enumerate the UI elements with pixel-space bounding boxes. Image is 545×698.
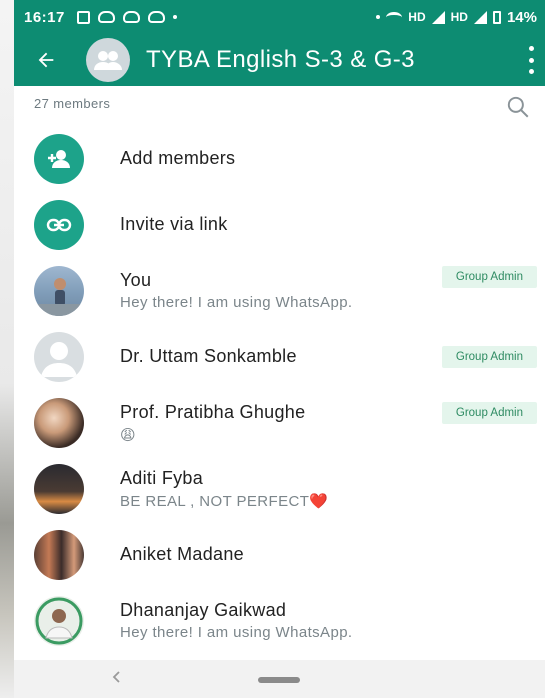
avatar — [34, 530, 84, 580]
group-title[interactable]: TYBA English S-3 & G-3 — [146, 46, 415, 74]
more-vert-icon[interactable] — [525, 46, 537, 74]
participant-status: Hey there! I am using WhatsApp. — [120, 294, 353, 311]
nav-back-icon[interactable] — [110, 670, 124, 684]
nav-home-pill[interactable] — [258, 677, 300, 683]
participant-row[interactable]: Dhananjay Gaikwad Hey there! I am using … — [14, 588, 545, 652]
battery-percent: 14% — [506, 8, 537, 26]
group-admin-badge: Group Admin — [441, 266, 537, 288]
link-icon — [34, 200, 84, 250]
participant-name: Dr. Uttam Sonkamble — [120, 346, 297, 366]
participant-status: 😩 — [120, 427, 137, 444]
navigation-bar — [14, 660, 545, 698]
header: 16:17 HD HD 14% TYBA English S-3 & G-3 — [14, 0, 545, 86]
app-bar: TYBA English S-3 & G-3 — [14, 34, 545, 86]
cloud-icon — [147, 11, 165, 23]
avatar — [34, 398, 84, 448]
participant-row[interactable]: Dr. Uttam Sonkamble Group Admin — [14, 324, 545, 388]
add-group-icon — [34, 134, 84, 184]
signal-icon — [473, 10, 487, 24]
group-admin-badge: Group Admin — [441, 346, 537, 368]
default-avatar-icon — [34, 332, 84, 382]
whatsapp-group-info-screen: 16:17 HD HD 14% TYBA English S-3 & G-3 2… — [14, 0, 545, 698]
back-button[interactable] — [24, 38, 68, 82]
cloud-icon — [97, 11, 115, 23]
avatar — [34, 464, 84, 514]
add-members-label: Add members — [120, 148, 236, 168]
signal-icon — [431, 10, 445, 24]
participant-row[interactable]: Aditi Fyba BE REAL , NOT PERFECT❤️ — [14, 456, 545, 520]
members-header: 27 members — [14, 86, 545, 126]
status-bar: 16:17 HD HD 14% — [14, 0, 545, 34]
participant-row[interactable]: You Hey there! I am using WhatsApp. Grou… — [14, 258, 545, 322]
group-icon — [94, 51, 122, 70]
participant-row[interactable]: Aniket Madane — [14, 522, 545, 586]
participant-status: BE REAL , NOT PERFECT❤️ — [120, 493, 329, 510]
more-notifications-icon — [172, 15, 177, 19]
participant-name: Aniket Madane — [120, 544, 244, 564]
participant-name: You — [120, 270, 152, 290]
left-edge-strip — [0, 0, 14, 698]
notification-icons — [76, 10, 177, 24]
status-time: 16:17 — [24, 8, 65, 26]
invite-link-label: Invite via link — [120, 214, 228, 234]
dot-icon — [376, 15, 381, 19]
group-admin-badge: Group Admin — [441, 402, 537, 424]
participant-name: Aditi Fyba — [120, 468, 204, 488]
battery-icon — [492, 10, 501, 24]
avatar — [34, 266, 84, 316]
cloud-icon — [122, 11, 140, 23]
invite-link-row[interactable]: Invite via link — [14, 192, 545, 256]
network-label-2: HD — [450, 10, 468, 24]
participant-name: Prof. Pratibha Ghughe — [120, 402, 306, 422]
search-icon[interactable] — [505, 94, 531, 120]
group-avatar[interactable] — [86, 38, 130, 82]
system-icons: HD HD 14% — [376, 9, 537, 26]
participant-status: Hey there! I am using WhatsApp. — [120, 624, 353, 641]
notification-icon — [76, 10, 90, 24]
participant-name: Dhananjay Gaikwad — [120, 600, 287, 620]
participant-row[interactable]: Prof. Pratibha Ghughe 😩 Group Admin — [14, 390, 545, 454]
members-count: 27 members — [34, 96, 111, 111]
avatar — [34, 596, 84, 646]
network-label: HD — [408, 10, 426, 24]
wifi-icon — [386, 11, 403, 23]
arrow-left-icon — [38, 52, 54, 68]
add-members-row[interactable]: Add members — [14, 126, 545, 190]
